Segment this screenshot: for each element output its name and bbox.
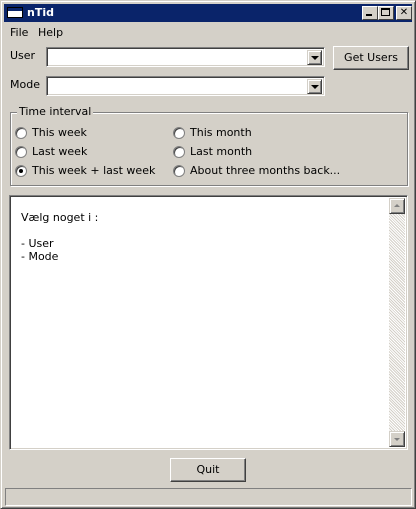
- menu-file[interactable]: File: [10, 26, 28, 39]
- radio-three-months-back-circle[interactable]: [173, 165, 185, 177]
- radio-this-week-label: This week: [32, 126, 87, 139]
- radio-this-month-circle[interactable]: [173, 127, 185, 139]
- minimize-button[interactable]: [362, 6, 378, 20]
- output-line: Vælg noget i :: [21, 211, 99, 224]
- close-button[interactable]: ✕: [396, 6, 412, 20]
- quit-button[interactable]: Quit: [170, 458, 246, 482]
- scroll-down-arrow-icon[interactable]: [389, 431, 405, 447]
- radio-this-month-label: This month: [190, 126, 252, 139]
- radio-last-month-circle[interactable]: [173, 146, 185, 158]
- menu-bar: File Help: [4, 23, 412, 42]
- app-window-icon: [7, 7, 23, 18]
- menu-help[interactable]: Help: [38, 26, 63, 39]
- output-line: - Mode: [21, 250, 59, 263]
- time-interval-legend: Time interval: [17, 105, 94, 118]
- radio-last-week-label: Last week: [32, 145, 88, 158]
- minimize-icon: [366, 14, 372, 16]
- radio-this-week-circle[interactable]: [15, 127, 27, 139]
- vertical-scrollbar[interactable]: [389, 198, 405, 447]
- scroll-up-arrow-icon[interactable]: [389, 198, 405, 214]
- radio-three-months-back-label: About three months back...: [190, 164, 341, 177]
- user-label: User: [10, 49, 36, 62]
- main-window: nTid ✕ File Help User Get Users Mode Tim…: [0, 0, 416, 509]
- user-combobox[interactable]: [46, 47, 325, 67]
- title-bar[interactable]: nTid ✕: [4, 4, 412, 22]
- radio-this-and-last-week-label: This week + last week: [32, 164, 156, 177]
- mode-label: Mode: [10, 78, 40, 91]
- status-bar: [5, 488, 412, 506]
- radio-last-month-label: Last month: [190, 145, 253, 158]
- radio-last-week-circle[interactable]: [15, 146, 27, 158]
- output-text-area[interactable]: Vælg noget i : - User - Mode: [9, 195, 408, 450]
- time-interval-group: Time interval This week This month Last …: [10, 105, 408, 186]
- output-line: - User: [21, 237, 54, 250]
- mode-dropdown-arrow-icon[interactable]: [307, 79, 322, 94]
- get-users-button[interactable]: Get Users: [333, 46, 409, 70]
- mode-combobox[interactable]: [46, 76, 325, 96]
- close-icon: ✕: [399, 7, 409, 18]
- maximize-icon: [381, 8, 390, 16]
- maximize-button[interactable]: [378, 6, 394, 20]
- window-title: nTid: [27, 6, 54, 19]
- radio-this-and-last-week-circle[interactable]: [15, 165, 27, 177]
- output-text: Vælg noget i : - User - Mode: [21, 211, 98, 263]
- user-dropdown-arrow-icon[interactable]: [307, 50, 322, 65]
